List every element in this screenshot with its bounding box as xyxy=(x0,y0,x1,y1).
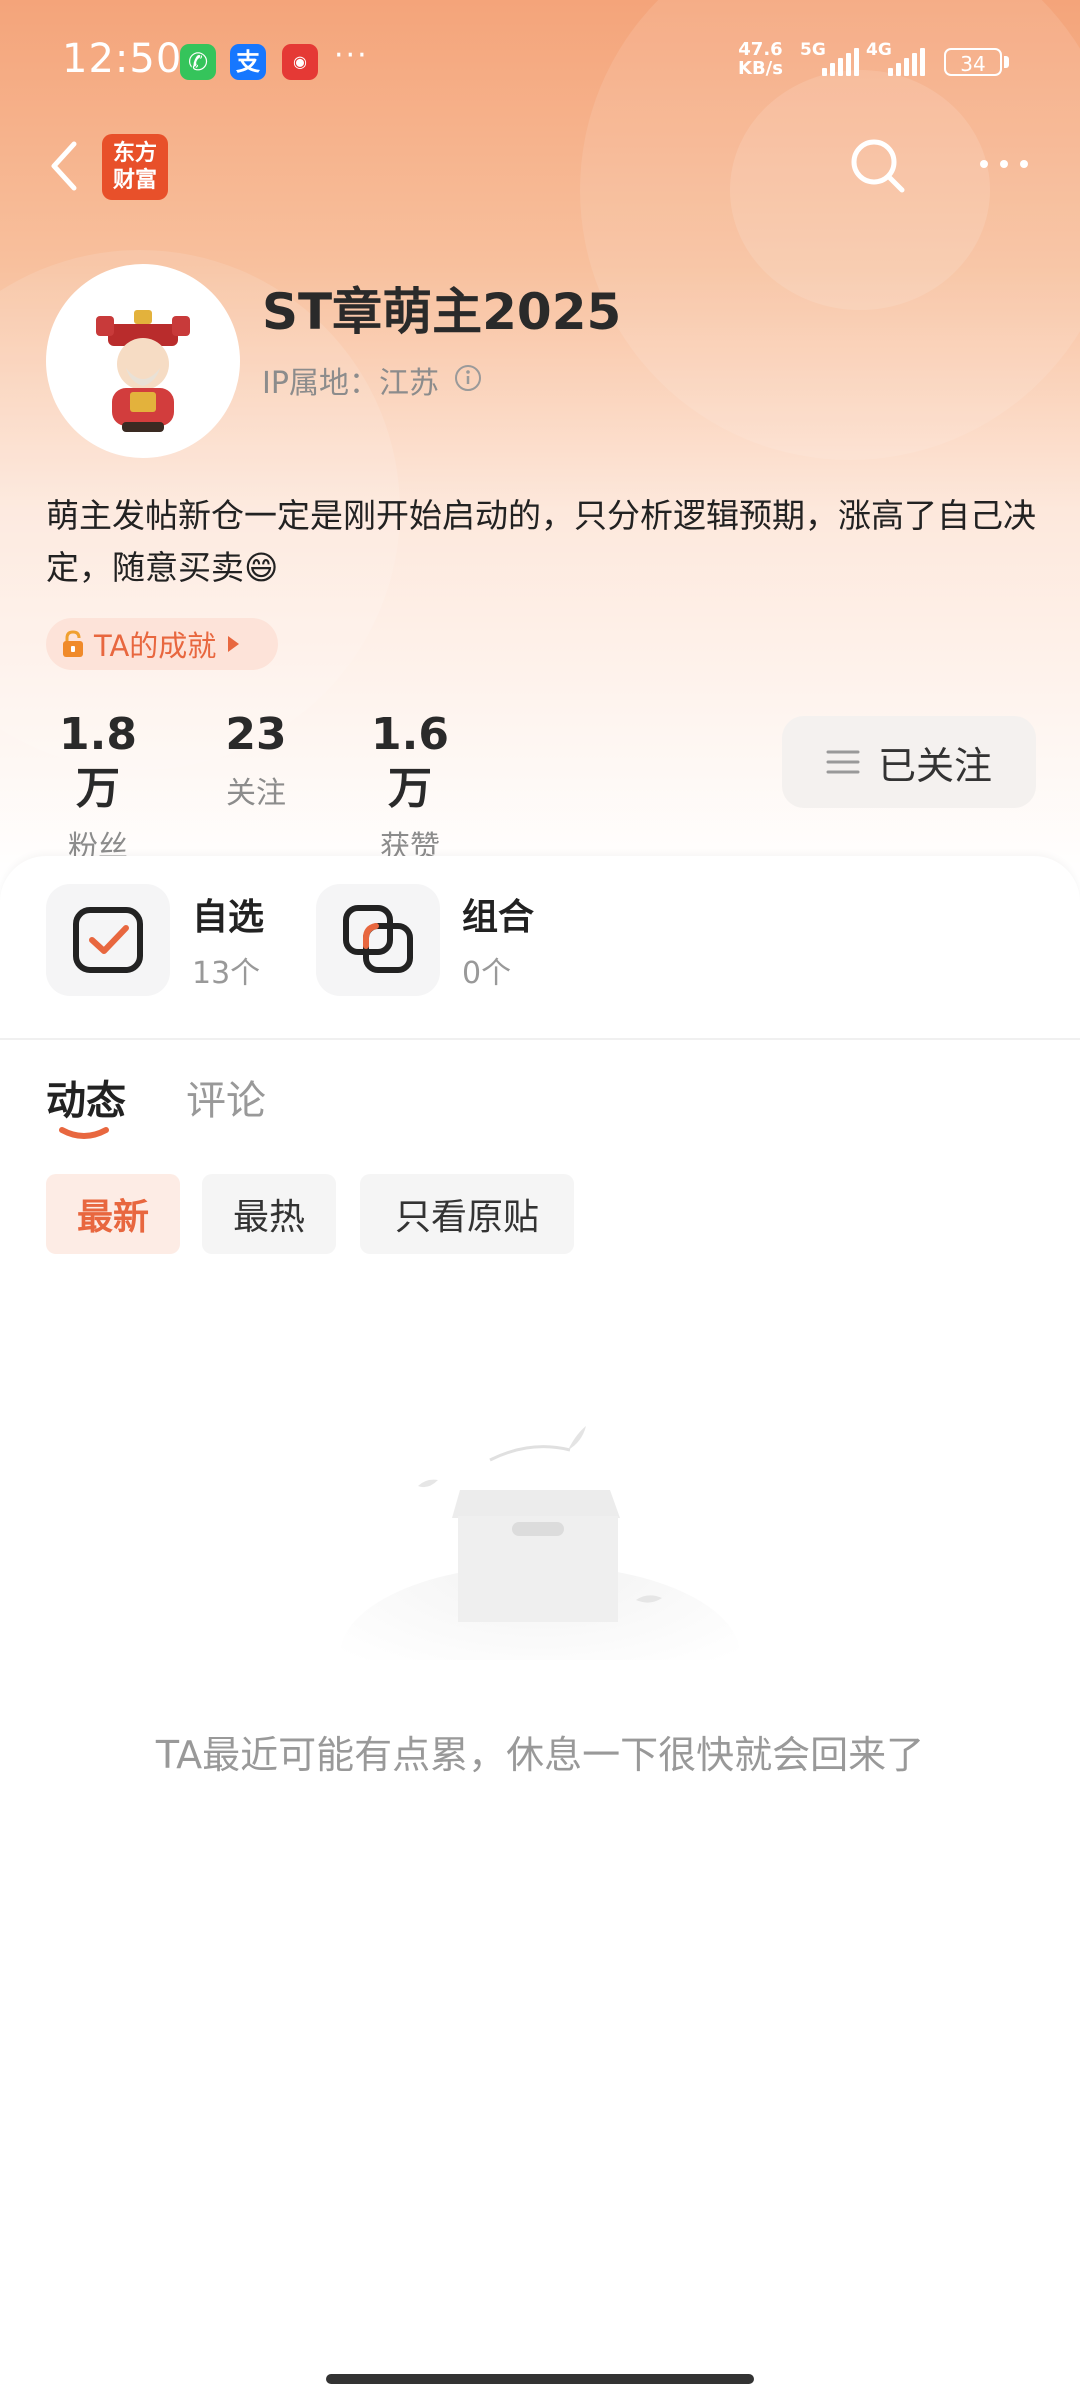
wechat-icon: ✆ xyxy=(180,44,216,80)
watchlist-count: 13个 xyxy=(192,956,261,991)
combination-label[interactable]: 组合 xyxy=(462,888,534,940)
back-arrow-icon[interactable] xyxy=(44,136,100,196)
app-notification-icon: ◉ xyxy=(282,44,318,80)
signal-bars-icon xyxy=(888,48,928,76)
empty-box-illustration xyxy=(340,1426,740,1660)
stat-value: 1.6万 xyxy=(371,709,449,814)
stat-following[interactable]: 23 关注 xyxy=(208,708,304,812)
signal-bars-icon xyxy=(822,48,862,76)
tab-active-indicator xyxy=(59,1127,109,1139)
chevron-right-icon xyxy=(228,636,240,652)
empty-state-message: TA最近可能有点累，休息一下很快就会回来了 xyxy=(155,1733,925,1777)
watchlist-tile[interactable] xyxy=(46,884,170,996)
followed-label: 已关注 xyxy=(877,743,992,788)
stat-fans[interactable]: 1.8万 粉丝 xyxy=(40,708,156,866)
network-speed-value: 47.6 xyxy=(738,39,783,60)
battery-icon: 34 xyxy=(944,48,1002,76)
stat-value: 23 xyxy=(225,709,287,760)
status-bar: 12:50 ✆ 支 ◉ ··· 47.6 KB/s 5G 4G 34 xyxy=(0,0,1080,120)
lock-icon xyxy=(63,630,83,657)
profile-bio: 萌主发帖新仓一定是刚开始启动的，只分析逻辑预期，涨高了自己决定，随意买卖😄 xyxy=(46,496,1036,587)
tab-comments[interactable]: 评论 xyxy=(186,1068,266,1126)
logo-text-line2: 财富 xyxy=(112,168,157,193)
filter-original-only[interactable]: 只看原贴 xyxy=(360,1174,574,1254)
filter-hottest[interactable]: 最热 xyxy=(202,1174,336,1254)
home-indicator[interactable] xyxy=(326,2374,754,2384)
avatar-image xyxy=(96,310,190,432)
username: ST章萌主2025 xyxy=(262,283,622,341)
stat-label: 关注 xyxy=(226,776,286,811)
info-icon[interactable] xyxy=(454,364,482,392)
battery-tip xyxy=(1004,56,1009,68)
divider xyxy=(0,1038,1080,1040)
more-options-icon[interactable] xyxy=(974,144,1034,184)
combination-icon xyxy=(343,905,413,973)
combination-tile[interactable] xyxy=(316,884,440,996)
status-time: 12:50 xyxy=(62,36,183,82)
network-speed-unit: KB/s xyxy=(738,58,783,79)
app-logo[interactable]: 东方 财富 xyxy=(102,134,168,200)
watchlist-label[interactable]: 自选 xyxy=(192,888,264,940)
more-notifications-icon: ··· xyxy=(334,38,369,73)
filter-newest[interactable]: 最新 xyxy=(46,1174,180,1254)
network-speed: 47.6 KB/s xyxy=(738,40,783,78)
combination-count: 0个 xyxy=(462,956,512,991)
search-icon[interactable] xyxy=(846,134,910,198)
tab-dynamics[interactable]: 动态 xyxy=(46,1068,126,1126)
stat-value: 1.8万 xyxy=(59,709,137,814)
achievements-label: TA的成就 xyxy=(94,629,217,663)
logo-text-line1: 东方 xyxy=(112,141,157,166)
checkbox-icon xyxy=(73,907,143,973)
followed-button[interactable]: 已关注 xyxy=(782,716,1036,808)
menu-lines-icon xyxy=(826,750,860,774)
alipay-icon: 支 xyxy=(230,44,266,80)
stat-likes[interactable]: 1.6万 获赞 xyxy=(350,708,470,866)
ip-location: IP属地：江苏 xyxy=(262,366,439,401)
avatar[interactable] xyxy=(46,264,240,458)
achievements-button[interactable]: TA的成就 xyxy=(46,618,278,670)
